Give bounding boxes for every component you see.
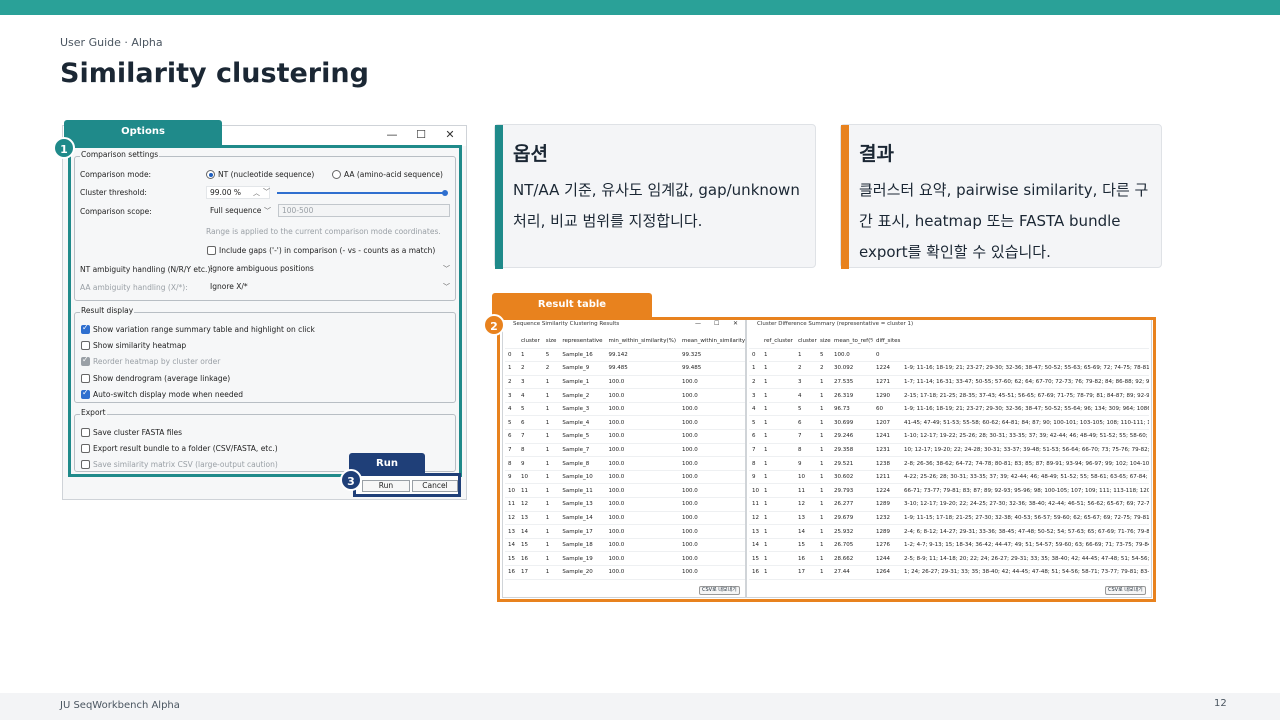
aa-ambiguity-select[interactable]: Ignore X/* [210,280,248,293]
aa-ambiguity-label: AA ambiguity handling (X/*): [80,283,188,292]
card-accent [495,125,503,269]
chevron-down-icon[interactable]: ﹀ [443,264,450,274]
maximize-icon[interactable]: ☐ [414,128,428,141]
aa-radio-label: AA (amino-acid sequence) [344,170,443,179]
step-badge-3: 3 [340,469,362,491]
page-number: 12 [1214,698,1227,709]
top-accent-bar [0,0,1280,15]
nt-radio-label: NT (nucleotide sequence) [218,170,315,179]
slider-handle[interactable] [442,190,449,196]
group-title: Export [80,408,107,417]
nt-radio[interactable] [206,170,215,179]
save-fasta-label: Save cluster FASTA files [93,428,183,437]
reorder-heatmap-checkbox[interactable] [81,355,90,366]
comparison-mode-label: Comparison mode: [80,170,152,179]
cancel-button[interactable]: Cancel [412,480,458,492]
heatmap-label: Show similarity heatmap [93,341,187,350]
summary-table-checkbox[interactable] [81,323,90,334]
dendrogram-label: Show dendrogram (average linkage) [93,374,231,383]
close-icon[interactable]: ✕ [443,128,457,141]
card-body: 클러스터 요약, pairwise similarity, 다른 구간 표시, … [859,181,1149,261]
range-input[interactable]: 100-500 [278,204,450,217]
auto-switch-label: Auto-switch display mode when needed [93,390,244,399]
summary-table-label: Show variation range summary table and h… [93,325,315,334]
reorder-heatmap-label: Reorder heatmap by cluster order [93,357,221,366]
export-bundle-checkbox[interactable] [81,444,90,453]
nt-ambiguity-select[interactable]: Ignore ambiguous positions [210,262,314,275]
result-table-tab-label: Result table [492,293,652,317]
comparison-settings-group: Comparison settings Comparison mode: NT … [74,150,456,301]
dendrogram-checkbox[interactable] [81,374,90,383]
chevron-down-icon[interactable]: ﹀ [443,282,450,292]
footer: JU SeqWorkbench Alpha 12 [0,693,1280,720]
spin-up-icon[interactable]: ︿ [253,188,260,198]
scope-select[interactable]: Full sequence [210,204,261,217]
results-card: 결과 클러스터 요약, pairwise similarity, 다른 구간 표… [840,124,1162,269]
cluster-threshold-label: Cluster threshold: [80,188,147,197]
include-gaps-checkbox[interactable] [207,246,216,255]
run-highlight-frame: Run Cancel [353,473,461,497]
result-display-group: Result display Show variation range summ… [74,306,456,403]
options-card: 옵션 NT/AA 기준, 유사도 임계값, gap/unknown 처리, 비교… [494,124,816,269]
save-matrix-label: Save similarity matrix CSV (large-output… [93,460,278,469]
range-note: Range is applied to the current comparis… [206,227,441,236]
result-highlight-frame [497,317,1156,602]
options-tab-label: Options [64,120,222,145]
heatmap-checkbox[interactable] [81,341,90,350]
run-button[interactable]: Run [362,480,410,492]
aa-radio[interactable] [332,170,341,179]
card-title: 옵션 [513,143,548,165]
options-highlight-frame: Comparison settings Comparison mode: NT … [68,145,462,477]
step-badge-1: 1 [53,137,75,159]
group-title: Comparison settings [80,150,160,159]
footer-product: JU SeqWorkbench Alpha [60,700,180,711]
threshold-slider[interactable] [277,192,447,194]
comparison-scope-label: Comparison scope: [80,207,152,216]
step-badge-2: 2 [483,314,505,336]
card-title: 결과 [859,143,894,165]
save-matrix-checkbox[interactable] [81,460,90,469]
card-body: NT/AA 기준, 유사도 임계값, gap/unknown 처리, 비교 범위… [513,181,800,230]
card-accent [841,125,849,269]
nt-ambiguity-label: NT ambiguity handling (N/R/Y etc.): [80,265,213,274]
page-subtitle: User Guide · Alpha [60,36,163,49]
page-title: Similarity clustering [60,58,369,89]
spin-down-icon[interactable]: ﹀ [263,187,270,197]
threshold-spinbox[interactable]: 99.00 % [206,186,270,199]
save-fasta-checkbox[interactable] [81,428,90,437]
export-bundle-label: Export result bundle to a folder (CSV/FA… [93,444,278,453]
group-title: Result display [80,306,135,315]
auto-switch-checkbox[interactable] [81,388,90,399]
minimize-icon[interactable]: — [385,128,399,141]
chevron-down-icon[interactable]: ﹀ [264,206,271,216]
include-gaps-label: Include gaps ('-') in comparison (- vs -… [219,246,436,255]
